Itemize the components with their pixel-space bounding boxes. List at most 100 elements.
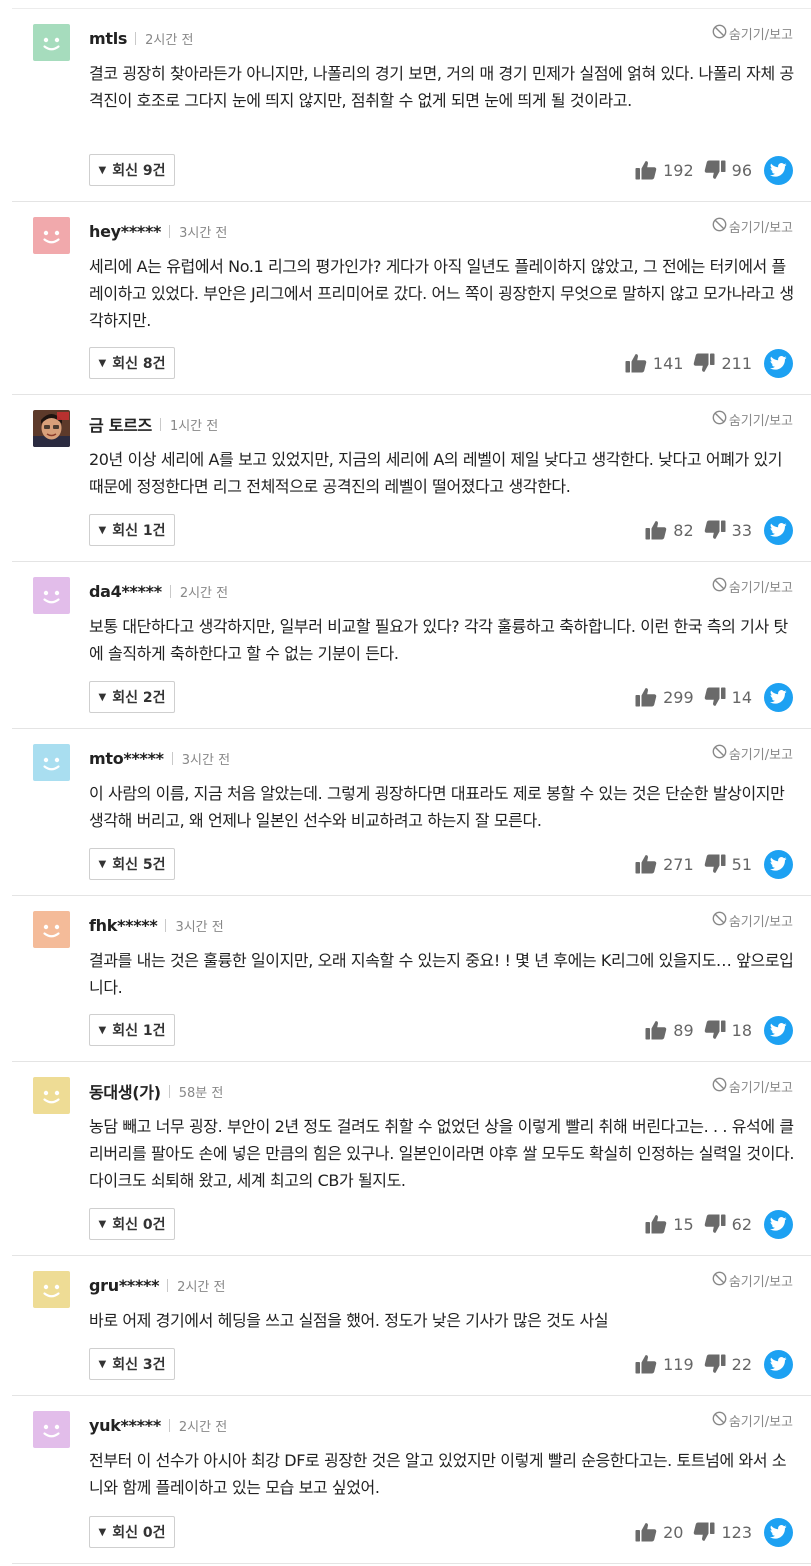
replies-count-label: 회신 5건 [112,857,166,873]
twitter-share-button[interactable] [764,849,793,879]
avatar[interactable] [33,577,70,614]
replies-toggle-button[interactable]: ▼ 회신 3건 [89,1348,175,1380]
dislike-button[interactable]: 22 [704,1354,752,1374]
like-count: 299 [663,687,694,707]
replies-toggle-button[interactable]: ▼ 회신 8건 [89,347,175,379]
user-nickname[interactable]: yuk***** [89,1416,161,1435]
twitter-share-button[interactable] [764,348,793,378]
avatar[interactable] [33,911,70,948]
user-nickname[interactable]: mtls [89,29,127,48]
hide-report-button[interactable]: 숨기기/보고 [712,577,793,596]
dislike-button[interactable]: 62 [704,1214,752,1234]
replies-toggle-button[interactable]: ▼ 회신 5건 [89,848,175,880]
user-nickname[interactable]: 동대생(가) [89,1079,161,1103]
comment-text: 세리에 A는 유럽에서 No.1 리그의 평가인가? 게다가 아직 일년도 플레… [89,257,794,330]
avatar[interactable] [33,24,70,61]
user-nickname[interactable]: 금 토르즈 [89,412,152,436]
dislike-button[interactable]: 33 [704,520,752,540]
replies-toggle-button[interactable]: ▼ 회신 1건 [89,1014,175,1046]
hide-report-label: 숨기기/보고 [728,414,793,429]
comment-item: da4***** 2시간 전 숨기기/보고 보통 대단하다고 생각하지만, 일부… [12,562,811,729]
user-nickname[interactable]: mto***** [89,749,164,768]
hide-report-button[interactable]: 숨기기/보고 [712,744,793,763]
hide-report-label: 숨기기/보고 [728,221,793,236]
thumbs-up-icon [645,1214,667,1234]
user-nickname[interactable]: gru***** [89,1276,159,1295]
comment-meta: yuk***** 2시간 전 [89,1414,227,1436]
dislike-count: 211 [721,353,752,373]
twitter-icon [770,163,787,177]
thumbs-down-icon [704,1354,726,1374]
replies-toggle-button[interactable]: ▼ 회신 0건 [89,1208,175,1240]
dislike-count: 14 [731,687,752,707]
avatar[interactable] [33,1411,70,1448]
replies-count-label: 회신 0건 [112,1217,166,1233]
avatar[interactable] [33,410,70,447]
avatar[interactable] [33,217,70,254]
twitter-share-button[interactable] [764,515,793,545]
twitter-share-button[interactable] [764,1209,793,1239]
dislike-count: 18 [731,1020,752,1040]
avatar[interactable] [33,1271,70,1308]
twitter-icon [770,857,787,871]
hide-report-button[interactable]: 숨기기/보고 [712,911,793,930]
replies-toggle-button[interactable]: ▼ 회신 1건 [89,514,175,546]
comment-item: gru***** 2시간 전 숨기기/보고 바로 어제 경기에서 헤딩을 쓰고 … [12,1256,811,1396]
like-button[interactable]: 192 [635,160,694,180]
replies-toggle-button[interactable]: ▼ 회신 0건 [89,1516,175,1548]
like-button[interactable]: 271 [635,854,694,874]
like-button[interactable]: 141 [625,353,683,373]
ban-icon [712,1077,727,1096]
comment-meta: da4***** 2시간 전 [89,580,228,602]
dislike-button[interactable]: 211 [693,353,752,373]
twitter-share-button[interactable] [764,1015,793,1045]
user-nickname[interactable]: da4***** [89,582,162,601]
thumbs-up-icon [635,160,657,180]
dislike-button[interactable]: 14 [704,687,752,707]
replies-toggle-button[interactable]: ▼ 회신 9건 [89,154,175,186]
comment-text: 결코 굉장히 찾아라든가 아니지만, 나폴리의 경기 보면, 거의 매 경기 민… [89,64,794,110]
like-count: 192 [663,160,694,180]
hide-report-label: 숨기기/보고 [728,1275,793,1290]
replies-count-label: 회신 3건 [112,1357,166,1373]
user-nickname[interactable]: fhk***** [89,916,158,935]
comment-text: 농담 빼고 너무 굉장. 부안이 2년 정도 걸려도 취할 수 없었던 상을 이… [89,1117,795,1190]
comment-item: mto***** 3시간 전 숨기기/보고 이 사람의 이름, 지금 처음 알았… [12,729,811,896]
dislike-button[interactable]: 96 [704,160,752,180]
replies-toggle-button[interactable]: ▼ 회신 2건 [89,681,175,713]
twitter-share-button[interactable] [764,1349,793,1379]
twitter-share-button[interactable] [764,682,793,712]
hide-report-button[interactable]: 숨기기/보고 [712,1271,793,1290]
like-count: 82 [673,520,694,540]
avatar[interactable] [33,1077,70,1114]
hide-report-button[interactable]: 숨기기/보고 [712,24,793,43]
thumbs-down-icon [704,160,726,180]
twitter-share-button[interactable] [764,1517,793,1547]
dislike-button[interactable]: 51 [704,854,752,874]
like-button[interactable]: 299 [635,687,694,707]
dislike-button[interactable]: 18 [704,1020,752,1040]
hide-report-label: 숨기기/보고 [728,748,793,763]
comment-text: 결과를 내는 것은 훌륭한 일이지만, 오래 지속할 수 있는지 중요! ! 몇… [89,951,794,997]
hide-report-label: 숨기기/보고 [728,1415,793,1430]
comment-meta: gru***** 2시간 전 [89,1274,225,1296]
like-button[interactable]: 82 [645,520,694,540]
thumbs-down-icon [704,854,726,874]
like-button[interactable]: 119 [635,1354,694,1374]
dislike-button[interactable]: 123 [693,1522,752,1542]
like-button[interactable]: 15 [645,1214,694,1234]
like-button[interactable]: 20 [635,1522,683,1542]
hide-report-button[interactable]: 숨기기/보고 [712,217,793,236]
comment-meta: 동대생(가) 58분 전 [89,1080,223,1102]
twitter-share-button[interactable] [764,155,793,185]
twitter-icon [770,1525,787,1539]
dislike-count: 33 [731,520,752,540]
hide-report-button[interactable]: 숨기기/보고 [712,1077,793,1096]
user-nickname[interactable]: hey***** [89,222,161,241]
hide-report-button[interactable]: 숨기기/보고 [712,410,793,429]
comment-text: 이 사람의 이름, 지금 처음 알았는데. 그렇게 굉장하다면 대표라도 제로 … [89,784,785,830]
like-button[interactable]: 89 [645,1020,694,1040]
avatar[interactable] [33,744,70,781]
vote-bar: 299 14 [625,682,793,712]
hide-report-button[interactable]: 숨기기/보고 [712,1411,793,1430]
